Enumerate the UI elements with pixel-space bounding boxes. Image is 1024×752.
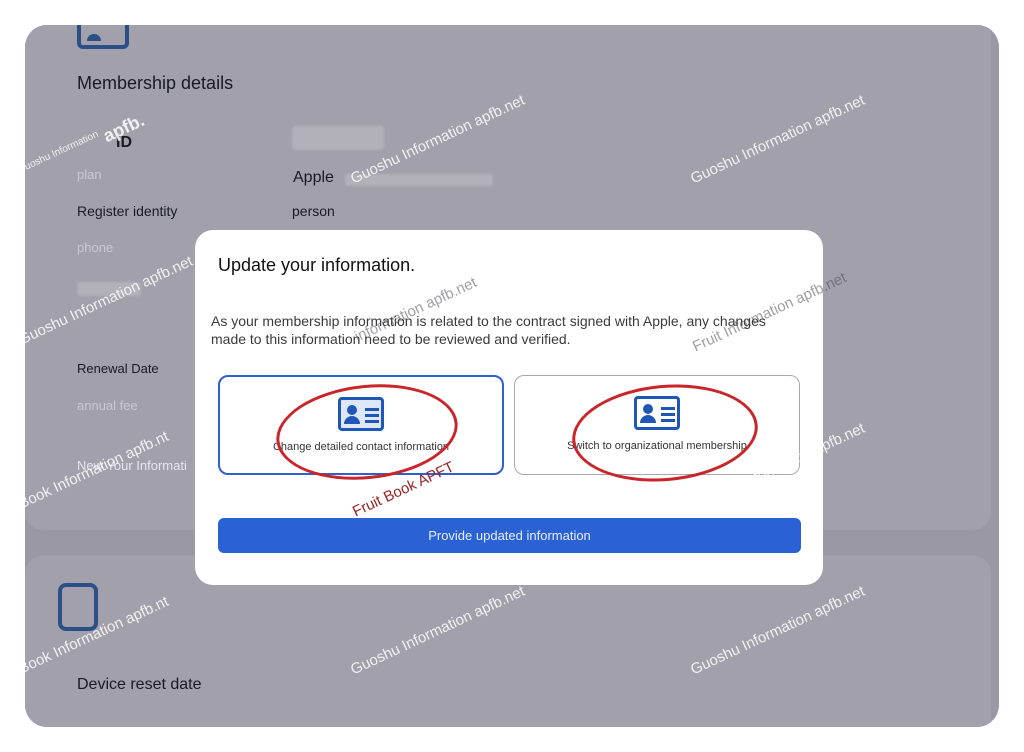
option-switch-organizational[interactable]: Switch to organizational membership (514, 375, 800, 475)
plan-value: Apple (293, 169, 334, 186)
option-label: Switch to organizational membership (567, 440, 747, 452)
annual-fee-label: annual fee (77, 398, 138, 413)
register-identity-label: Register identity (77, 203, 178, 219)
register-identity-value: person (292, 203, 335, 219)
dialog-title: Update your information. (218, 255, 416, 275)
id-card-icon (634, 396, 680, 430)
membership-section-title: Membership details (77, 73, 234, 93)
membership-id-card-icon (77, 25, 129, 49)
id-card-icon (338, 397, 384, 431)
device-icon (58, 583, 98, 631)
option-change-contact-info[interactable]: Change detailed contact information (218, 375, 504, 475)
update-information-dialog: Update your information. As your members… (195, 230, 823, 585)
device-reset-date-title: Device reset date (77, 676, 202, 693)
id-value-redacted (292, 126, 384, 150)
option-label: Change detailed contact information (272, 441, 450, 453)
renewal-date-label: Renewal Date (77, 361, 159, 376)
provide-updated-information-button[interactable]: Provide updated information (218, 518, 801, 553)
plan-label: plan (77, 167, 102, 182)
phone-label: phone (77, 240, 114, 255)
